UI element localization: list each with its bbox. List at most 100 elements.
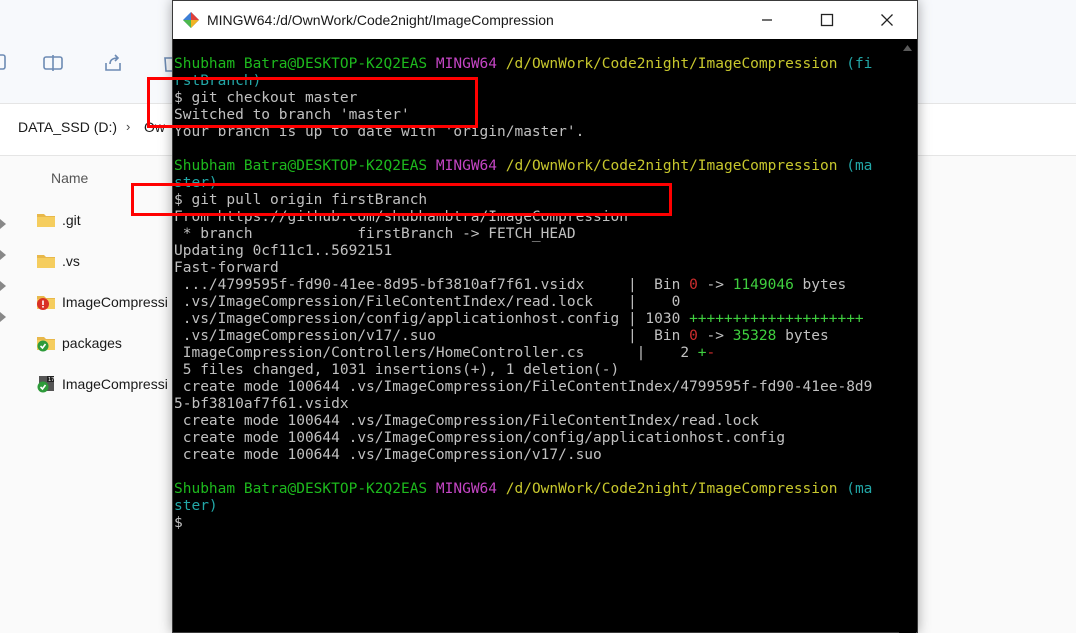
terminal-line: 5-bf3810af7f61.vsidx (174, 396, 900, 413)
mingw-app-icon (181, 11, 201, 29)
terminal-text: 0 (689, 277, 698, 293)
terminal-text: (ma (846, 481, 873, 497)
terminal-line: Shubham Batra@DESKTOP-K2Q2EAS MINGW64 /d… (174, 56, 900, 73)
terminal-scrollbar[interactable] (899, 39, 916, 633)
expand-arrow-icon[interactable] (0, 245, 6, 260)
terminal-line: Shubham Batra@DESKTOP-K2Q2EAS MINGW64 /d… (174, 481, 900, 498)
terminal-line: Shubham Batra@DESKTOP-K2Q2EAS MINGW64 /d… (174, 158, 900, 175)
folder-icon (36, 211, 56, 229)
terminal-text: 5-bf3810af7f61.vsidx (174, 396, 349, 412)
terminal-text: .vs/ImageCompression/config/applicationh… (174, 311, 690, 327)
highlight-box-pull (131, 183, 672, 216)
close-button[interactable] (857, 1, 917, 39)
terminal-text: bytes (793, 277, 847, 293)
terminal-titlebar[interactable]: MINGW64:/d/OwnWork/Code2night/ImageCompr… (173, 1, 917, 39)
terminal-text: $ (174, 515, 183, 531)
terminal-text: create mode 100644 .vs/ImageCompression/… (174, 413, 759, 429)
file-row[interactable]: ImageCompressi (36, 289, 172, 315)
file-row[interactable]: .vs (36, 248, 172, 274)
share-icon[interactable] (102, 52, 124, 74)
close-icon (881, 14, 893, 26)
file-name: .git (62, 212, 81, 228)
file-name: ImageCompressi (62, 294, 168, 310)
terminal-text: (fi (846, 56, 873, 72)
terminal-title: MINGW64:/d/OwnWork/Code2night/ImageCompr… (207, 12, 554, 28)
terminal-text: - (706, 345, 716, 361)
maximize-button[interactable] (797, 1, 857, 39)
breadcrumb-chevron-icon: › (126, 119, 131, 134)
terminal-text: /d/OwnWork/Code2night/ImageCompression (505, 56, 838, 72)
file-name: packages (62, 335, 122, 351)
terminal-text: /d/OwnWork/Code2night/ImageCompression (505, 481, 838, 497)
scroll-up-arrow-icon[interactable] (903, 45, 912, 51)
file-row[interactable]: packages (36, 330, 172, 356)
highlight-box-checkout (147, 77, 478, 128)
terminal-text: 0 (689, 328, 698, 344)
terminal-text: MINGW64 (435, 158, 498, 174)
terminal-text: Shubham Batra@DESKTOP-K2Q2EAS (174, 158, 428, 174)
terminal-text: 35328 (732, 328, 777, 344)
terminal-text: create mode 100644 .vs/ImageCompression/… (174, 430, 786, 446)
terminal-text: (ma (846, 158, 873, 174)
expand-arrow-icon[interactable] (0, 307, 6, 322)
terminal-line: create mode 100644 .vs/ImageCompression/… (174, 447, 900, 464)
maximize-icon (820, 13, 834, 27)
terminal-output[interactable]: Shubham Batra@DESKTOP-K2Q2EAS MINGW64 /d… (174, 39, 900, 633)
terminal-line: create mode 100644 .vs/ImageCompression/… (174, 413, 900, 430)
terminal-text: create mode 100644 .vs/ImageCompression/… (174, 379, 873, 395)
terminal-text: + (697, 345, 707, 361)
terminal-line: .vs/ImageCompression/config/applicationh… (174, 311, 900, 328)
svg-text:17: 17 (48, 377, 54, 383)
terminal-line: create mode 100644 .vs/ImageCompression/… (174, 430, 900, 447)
breadcrumb-drive[interactable]: DATA_SSD (D:) (18, 119, 117, 135)
terminal-text: ster) (174, 498, 218, 514)
terminal-text: /d/OwnWork/Code2night/ImageCompression (505, 158, 838, 174)
file-name: .vs (62, 253, 80, 269)
folder-icon (36, 252, 56, 270)
terminal-text: * branch firstBranch -> FETCH_HEAD (174, 226, 576, 242)
terminal-text: create mode 100644 .vs/ImageCompression/… (174, 447, 602, 463)
terminal-text: Shubham Batra@DESKTOP-K2Q2EAS (174, 481, 428, 497)
file-row[interactable]: 17 ImageCompressi (36, 371, 172, 397)
expand-arrow-icon[interactable] (0, 276, 6, 291)
terminal-line: create mode 100644 .vs/ImageCompression/… (174, 379, 900, 396)
column-header-name[interactable]: Name (51, 170, 88, 186)
vs-solution-icon: 17 (36, 375, 56, 393)
terminal-line: Updating 0cf11c1..5692151 (174, 243, 900, 260)
terminal-line: .vs/ImageCompression/v17/.suo | Bin 0 ->… (174, 328, 900, 345)
terminal-line: ImageCompression/Controllers/HomeControl… (174, 345, 900, 362)
terminal-text: -> (697, 328, 733, 344)
rename-icon[interactable] (42, 52, 64, 74)
terminal-line: .vs/ImageCompression/FileContentIndex/re… (174, 294, 900, 311)
terminal-text: MINGW64 (435, 481, 498, 497)
expand-arrow-icon[interactable] (0, 214, 6, 229)
terminal-text: .vs/ImageCompression/v17/.suo | Bin (174, 328, 690, 344)
terminal-text: Updating 0cf11c1..5692151 (174, 243, 393, 259)
terminal-line: * branch firstBranch -> FETCH_HEAD (174, 226, 900, 243)
terminal-text: ImageCompression/Controllers/HomeControl… (174, 345, 698, 361)
terminal-line: ster) (174, 498, 900, 515)
terminal-text: -> (697, 277, 733, 293)
terminal-line: $ (174, 515, 900, 532)
minimize-button[interactable] (737, 1, 797, 39)
terminal-text: .vs/ImageCompression/FileContentIndex/re… (174, 294, 681, 310)
terminal-line: Fast-forward (174, 260, 900, 277)
terminal-text: ++++++++++++++++++++ (689, 311, 864, 327)
minimize-icon (762, 19, 772, 21)
solution-file-error-icon (36, 293, 56, 311)
terminal-text: MINGW64 (435, 56, 498, 72)
terminal-line: .../4799595f-fd90-41ee-8d95-bf3810af7f61… (174, 277, 900, 294)
copy-icon[interactable] (0, 52, 12, 74)
folder-synced-icon (36, 334, 56, 352)
terminal-text: 1149046 (732, 277, 794, 293)
